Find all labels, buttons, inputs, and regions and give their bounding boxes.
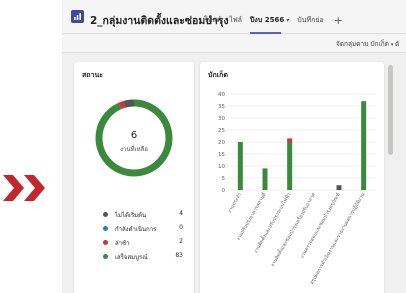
y-tick-label: 20 [218,140,225,146]
chevron-down-icon: ▾ [390,42,394,48]
y-tick-label: 5 [222,176,226,182]
legend-value: 83 [175,252,183,259]
x-tick-label: สรุปผลการดำเนินงานและรายงานผลการปฏิบัติง… [309,191,367,285]
remaining-tasks-label: งานที่เหลือ [120,146,148,153]
tab-notes[interactable]: บันทึกย่อ [297,15,323,26]
bucket-card-title: บักเก็ต [208,71,228,79]
bucket-card: บักเก็ต 0 5 10 15 20 25 30 35 40 งานประจำ งานปรับป… [200,62,384,293]
bar-segment[interactable] [237,142,243,190]
legend-item-not-started: ไม่ได้เริ่มต้น 4 [103,210,183,220]
planner-window: 2_กลุ่มงานติดตั้งและซ่อมบำรุง โพสต์ ไฟล์… [62,0,406,293]
legend-label: ไม่ได้เริ่มต้น [115,212,147,219]
legend-item-in-progress: กำลังดำเนินการ 0 [103,224,183,234]
legend-dot [103,240,108,245]
group-by-dropdown[interactable]: จัดกลุ่มตาม บักเก็ต ▾ [336,39,393,49]
chevron-down-icon: ▾ [286,17,290,24]
filter-button[interactable]: ตั [395,39,399,49]
tab-fiscal-year-label: ปีงบ 2566 [249,16,285,24]
legend-value: 2 [179,238,183,245]
bar-segment[interactable] [361,101,367,190]
y-tick-label: 25 [218,128,225,134]
bar-segment[interactable] [262,168,268,190]
bucket-bar-chart: 0510152025303540งานประจำงานปรับปรุงอาคาร… [218,92,376,285]
remaining-tasks-count: 6 [130,130,138,141]
tab-posts[interactable]: โพสต์ [204,15,221,26]
bar-segment[interactable] [336,185,342,190]
x-tick-label: งานประจำ [227,192,243,214]
y-tick-label: 10 [218,164,225,170]
tab-bar: โพสต์ ไฟล์ ปีงบ 2566 ▾ บันทึกย่อ + [204,14,343,34]
scrollbar-track[interactable] [394,60,400,293]
bar-segment[interactable] [287,138,293,142]
y-tick-label: 40 [218,92,225,98]
tab-files[interactable]: ไฟล์ [229,15,242,26]
legend-value: 0 [179,224,183,231]
legend-item-completed: เสร็จสมบูรณ์ 83 [103,252,183,262]
bar-segment[interactable] [287,142,293,190]
filter-bar: จัดกลุ่มตาม บักเก็ต ▾ ตั [62,35,406,53]
legend-value: 4 [179,210,183,217]
tab-fiscal-year[interactable]: ปีงบ 2566 ▾ [249,15,290,34]
add-tab-button[interactable]: + [334,14,343,27]
channel-header: 2_กลุ่มงานติดตั้งและซ่อมบำรุง โพสต์ ไฟล์… [62,0,406,34]
legend-dot [103,254,108,259]
group-by-label: จัดกลุ่มตาม บักเก็ต [336,40,389,48]
status-card-title: สถานะ [82,71,103,79]
y-tick-label: 0 [222,188,226,194]
legend-label: ล่าช้า [115,240,130,247]
legend-dot [103,212,108,217]
x-tick-label: งานตรวจสอบและซ่อมบำรุงครุภัณฑ์ [299,191,342,259]
y-tick-label: 30 [218,116,225,122]
status-card: สถานะ 6 งานที่เหลือ ไม่ได้เริ่มต้น 4 กำล… [74,62,194,293]
x-tick-label: งานติดตั้งและซ่อมบำรุงเครื่องปรับอากาศ [268,191,317,268]
double-chevron-right-icon [0,172,52,204]
scrollbar-thumb[interactable] [388,65,393,155]
legend-label: กำลังดำเนินการ [115,226,157,233]
y-tick-label: 35 [218,104,225,110]
y-tick-label: 15 [218,152,225,158]
legend-label: เสร็จสมบูรณ์ [115,254,148,261]
team-avatar-icon[interactable] [71,10,84,23]
legend-dot [103,226,108,231]
legend-item-late: ล่าช้า 2 [103,238,183,248]
